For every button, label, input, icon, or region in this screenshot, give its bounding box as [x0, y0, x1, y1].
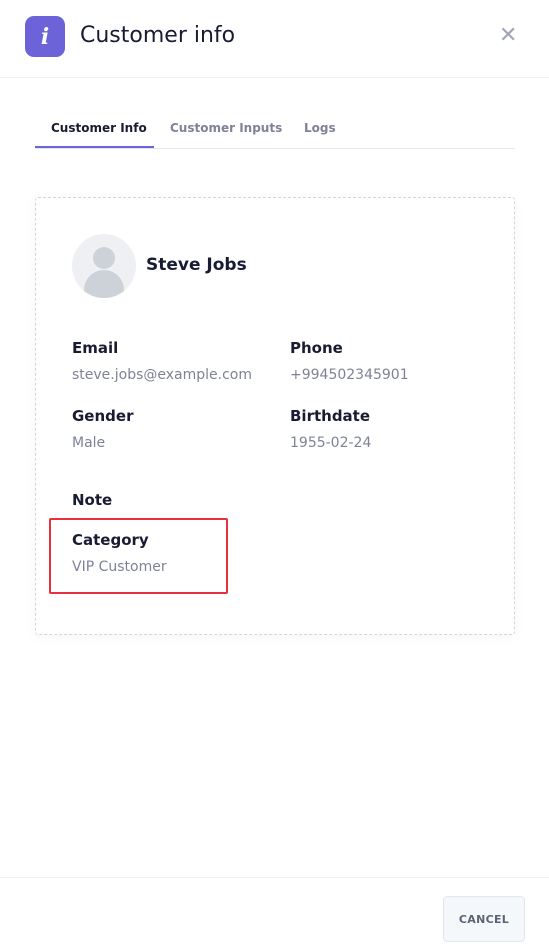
- customer-name: Steve Jobs: [146, 255, 247, 275]
- cancel-button[interactable]: CANCEL: [443, 896, 525, 942]
- modal-title: Customer info: [80, 23, 236, 48]
- tab-bar: Customer Info Customer Inputs Logs: [35, 116, 515, 149]
- avatar-head-shape: [93, 247, 115, 269]
- gender-label: Gender: [72, 407, 134, 425]
- tab-customer-inputs[interactable]: Customer Inputs: [170, 121, 282, 135]
- birthdate-value: 1955-02-24: [290, 435, 372, 451]
- modal-header: i Customer info ✕: [0, 0, 549, 78]
- birthdate-label: Birthdate: [290, 407, 371, 425]
- phone-value: +994502345901: [290, 367, 409, 383]
- category-highlight-box: [49, 518, 228, 594]
- customer-card: Steve Jobs Email steve.jobs@example.com …: [35, 197, 515, 635]
- info-icon-glyph: i: [40, 23, 50, 50]
- note-label: Note: [72, 491, 113, 509]
- tab-logs[interactable]: Logs: [304, 121, 336, 135]
- avatar: [72, 234, 136, 298]
- email-label: Email: [72, 339, 119, 357]
- active-tab-indicator: [35, 146, 154, 148]
- avatar-body-shape: [84, 270, 124, 298]
- close-icon[interactable]: ✕: [499, 25, 517, 47]
- tab-customer-info[interactable]: Customer Info: [51, 121, 147, 135]
- email-value: steve.jobs@example.com: [72, 367, 252, 383]
- modal-footer: CANCEL: [0, 877, 549, 952]
- phone-label: Phone: [290, 339, 343, 357]
- info-icon: i: [25, 16, 65, 57]
- gender-value: Male: [72, 435, 106, 451]
